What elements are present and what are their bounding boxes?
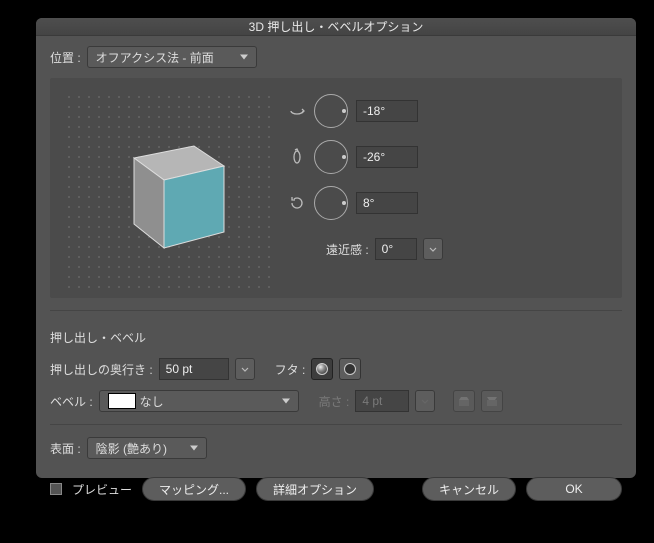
rotate-x-input[interactable] [356, 100, 418, 122]
rotate-z-row [288, 186, 443, 220]
advanced-options-button[interactable]: 詳細オプション [256, 477, 374, 501]
rotate-x-icon [288, 102, 306, 120]
rotate-y-dial[interactable] [314, 140, 348, 174]
cap-on-button[interactable] [311, 358, 333, 380]
surface-value: 陰影 (艶あり) [96, 440, 167, 457]
cap-off-button[interactable] [339, 358, 361, 380]
rotation-panel: 遠近感 : [50, 78, 622, 298]
angle-controls: 遠近感 : [288, 88, 443, 288]
position-label: 位置 : [50, 49, 81, 66]
cube-trackball[interactable] [60, 88, 270, 288]
bevel-row: ベベル : なし 高さ : [50, 390, 622, 412]
dialog-content: 位置 : オフアクシス法 - 前面 [36, 36, 636, 509]
preview-checkbox-label: プレビュー [72, 481, 132, 498]
position-row: 位置 : オフアクシス法 - 前面 [50, 46, 622, 68]
divider-2 [50, 424, 622, 425]
bevel-label: ベベル : [50, 393, 93, 410]
cube-preview-icon [116, 128, 236, 258]
rotate-z-icon [288, 194, 306, 212]
perspective-input[interactable] [375, 238, 417, 260]
bevel-height-input [355, 390, 409, 412]
bevel-swatch [108, 393, 136, 409]
3d-options-dialog: 3D 押し出し・ベベルオプション 位置 : オフアクシス法 - 前面 [36, 18, 636, 478]
cap-label: フタ : [275, 361, 306, 378]
rotate-x-row [288, 94, 443, 128]
rotate-z-input[interactable] [356, 192, 418, 214]
depth-input[interactable] [159, 358, 229, 380]
bevel-dropdown[interactable]: なし [99, 390, 299, 412]
bevel-height-label: 高さ : [319, 393, 350, 410]
surface-row: 表面 : 陰影 (艶あり) [50, 437, 622, 459]
surface-dropdown[interactable]: 陰影 (艶あり) [87, 437, 207, 459]
rotate-z-dial[interactable] [314, 186, 348, 220]
rotate-y-row [288, 140, 443, 174]
depth-label: 押し出しの奥行き : [50, 361, 153, 378]
divider [50, 310, 622, 311]
bevel-value: なし [140, 393, 164, 410]
ok-button[interactable]: OK [526, 477, 622, 501]
position-dropdown[interactable]: オフアクシス法 - 前面 [87, 46, 257, 68]
surface-label: 表面 : [50, 440, 81, 457]
mapping-button[interactable]: マッピング... [142, 477, 246, 501]
bevel-in-button [453, 390, 475, 412]
preview-checkbox[interactable] [50, 483, 62, 495]
rotate-y-input[interactable] [356, 146, 418, 168]
cancel-button[interactable]: キャンセル [422, 477, 516, 501]
depth-row: 押し出しの奥行き : フタ : [50, 358, 622, 380]
position-value: オフアクシス法 - 前面 [96, 49, 214, 66]
dialog-title: 3D 押し出し・ベベルオプション [36, 18, 636, 36]
extrude-section-title: 押し出し・ベベル [50, 329, 622, 346]
bevel-height-stepper [415, 390, 435, 412]
perspective-label: 遠近感 : [326, 241, 369, 258]
perspective-stepper[interactable] [423, 238, 443, 260]
bevel-out-button [481, 390, 503, 412]
rotate-y-icon [288, 148, 306, 166]
perspective-row: 遠近感 : [326, 238, 443, 260]
button-bar: プレビュー マッピング... 詳細オプション キャンセル OK [50, 469, 622, 501]
rotate-x-dial[interactable] [314, 94, 348, 128]
depth-stepper[interactable] [235, 358, 255, 380]
